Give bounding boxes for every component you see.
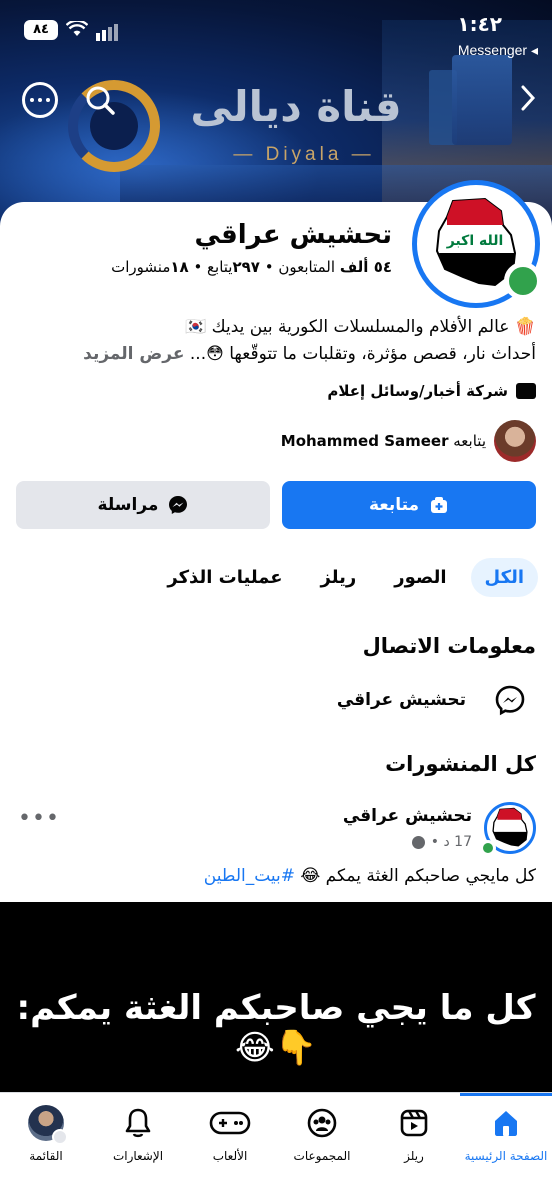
post-time[interactable]: 17 د • (431, 834, 472, 850)
nav-groups-label: المجموعات (293, 1149, 351, 1163)
post-caption: كل مايجي صاحبكم الغثة يمكم 😂 (295, 866, 536, 886)
search-button[interactable] (82, 82, 118, 118)
bell-icon (125, 1108, 151, 1138)
mutual-follower-avatar (494, 420, 536, 462)
nav-gaming[interactable]: الألعاب (184, 1105, 276, 1163)
tab-photos[interactable]: الصور (380, 558, 460, 597)
more-dots-icon (46, 98, 50, 102)
nav-reels[interactable]: ريلز (368, 1105, 460, 1163)
bio-line-1: 🍿 عالم الأفلام والمسلسلات الكورية بين يد… (185, 317, 536, 337)
nav-notifications[interactable]: الإشعارات (92, 1105, 184, 1163)
nav-home[interactable]: الصفحة الرئيسية (460, 1105, 552, 1163)
post-more-button[interactable]: ••• (18, 806, 60, 831)
posts-label: منشورات (111, 258, 171, 276)
profile-stats: ٥٤ ألف المتابعون • ٢٩٧يتابع • ١٨منشورات (111, 258, 392, 276)
follow-page-icon (431, 497, 448, 513)
reels-icon (400, 1109, 428, 1137)
mutual-follower-name: Mohammed Sameer (280, 432, 449, 450)
follow-button[interactable]: متابعة (282, 481, 536, 529)
following-label: يتابع • (188, 258, 233, 276)
all-posts-title: كل المنشورات (385, 752, 536, 776)
followers-label: المتابعون • (259, 258, 340, 276)
nav-menu-label: القائمة (29, 1149, 63, 1163)
cover-gate (452, 55, 512, 145)
message-button[interactable]: مراسلة (16, 481, 270, 529)
more-dots-icon (38, 98, 42, 102)
contact-info-title: معلومات الاتصال (362, 634, 536, 658)
nav-home-label: الصفحة الرئيسية (464, 1149, 548, 1163)
groups-icon (307, 1108, 337, 1138)
messenger-icon (169, 496, 188, 514)
chevron-right-icon[interactable] (520, 84, 536, 112)
contact-messenger-name: تحشيش عراقي (336, 690, 466, 710)
post-meta: 17 د • (411, 834, 472, 850)
more-dots-icon (30, 98, 34, 102)
cellular-signal-icon (96, 22, 120, 41)
page-category: شركة أخبار/وسائل إعلام (327, 382, 536, 400)
nav-menu[interactable]: القائمة (0, 1105, 92, 1163)
bio-line-2: أحداث نار، قصص مؤثرة، وتقلبات ما تتوقّعه… (16, 341, 536, 368)
follow-button-label: متابعة (368, 495, 420, 515)
category-clapper-icon (516, 383, 536, 399)
nav-active-indicator (460, 1093, 552, 1096)
back-to-messenger-link[interactable]: Messenger ◂ (458, 42, 538, 59)
home-icon (495, 1111, 517, 1136)
tab-reels[interactable]: ريلز (307, 558, 371, 597)
clock: ١:٤٢ (457, 12, 502, 36)
online-status-dot (504, 262, 542, 300)
mutual-follower[interactable]: يتابعه Mohammed Sameer (281, 420, 536, 462)
gaming-icon (209, 1111, 251, 1135)
post-author-name[interactable]: تحشيش عراقي (343, 806, 472, 826)
page-bio: 🍿 عالم الأفلام والمسلسلات الكورية بين يد… (16, 314, 536, 368)
followed-by-prefix: يتابعه (448, 432, 486, 450)
post-image-caption: كل ما يجي صاحبكم الغثة يمكم:👇😂 (16, 988, 536, 1068)
cover-brand-title: قناة ديالى (190, 82, 402, 131)
status-bar: ٨٤ ١:٤٢ Messenger ◂ (0, 0, 552, 58)
post-text: كل مايجي صاحبكم الغثة يمكم 😂 #بيت_الطين (204, 866, 536, 886)
bottom-navigation: الصفحة الرئيسية ريلز المجموعات الألعاب ا… (0, 1092, 552, 1195)
posts-count: ١٨ (170, 258, 189, 276)
nav-groups[interactable]: المجموعات (276, 1105, 368, 1163)
profile-tabs: الكل الصور ريلز عمليات الذكر (153, 558, 538, 597)
more-options-button[interactable] (22, 82, 58, 118)
tab-mentions[interactable]: عمليات الذكر (153, 558, 296, 597)
page-title: تحشيش عراقي (194, 220, 392, 250)
tab-all[interactable]: الكل (470, 558, 538, 597)
nav-gaming-label: الألعاب (212, 1149, 248, 1163)
bio-line-2-text: أحداث نار، قصص مؤثرة، وتقلبات ما تتوقّعه… (184, 344, 536, 364)
menu-avatar-icon (28, 1105, 68, 1145)
category-label: شركة أخبار/وسائل إعلام (327, 382, 508, 400)
see-more-link[interactable]: عرض المزيد (83, 344, 184, 364)
nav-notifications-label: الإشعارات (112, 1149, 164, 1163)
post-hashtag[interactable]: #بيت_الطين (204, 866, 295, 886)
search-icon (86, 86, 115, 115)
globe-icon (411, 835, 425, 849)
message-button-label: مراسلة (97, 495, 159, 515)
post-author-online-dot (480, 840, 496, 856)
cover-brand-subtitle: — Diyala — (233, 144, 375, 165)
wifi-icon (65, 19, 89, 42)
svg-text:الله اكبر: الله اكبر (446, 233, 504, 249)
nav-reels-label: ريلز (404, 1149, 424, 1163)
mutual-follower-text: يتابعه Mohammed Sameer (281, 432, 486, 450)
contact-messenger-row[interactable]: تحشيش عراقي (337, 684, 526, 716)
battery-indicator: ٨٤ (24, 20, 58, 40)
following-count[interactable]: ٢٩٧ (233, 258, 260, 276)
post-image[interactable]: كل ما يجي صاحبكم الغثة يمكم:👇😂 (0, 902, 552, 1092)
messenger-outline-icon (495, 685, 525, 716)
followers-count[interactable]: ٥٤ ألف (340, 258, 392, 276)
